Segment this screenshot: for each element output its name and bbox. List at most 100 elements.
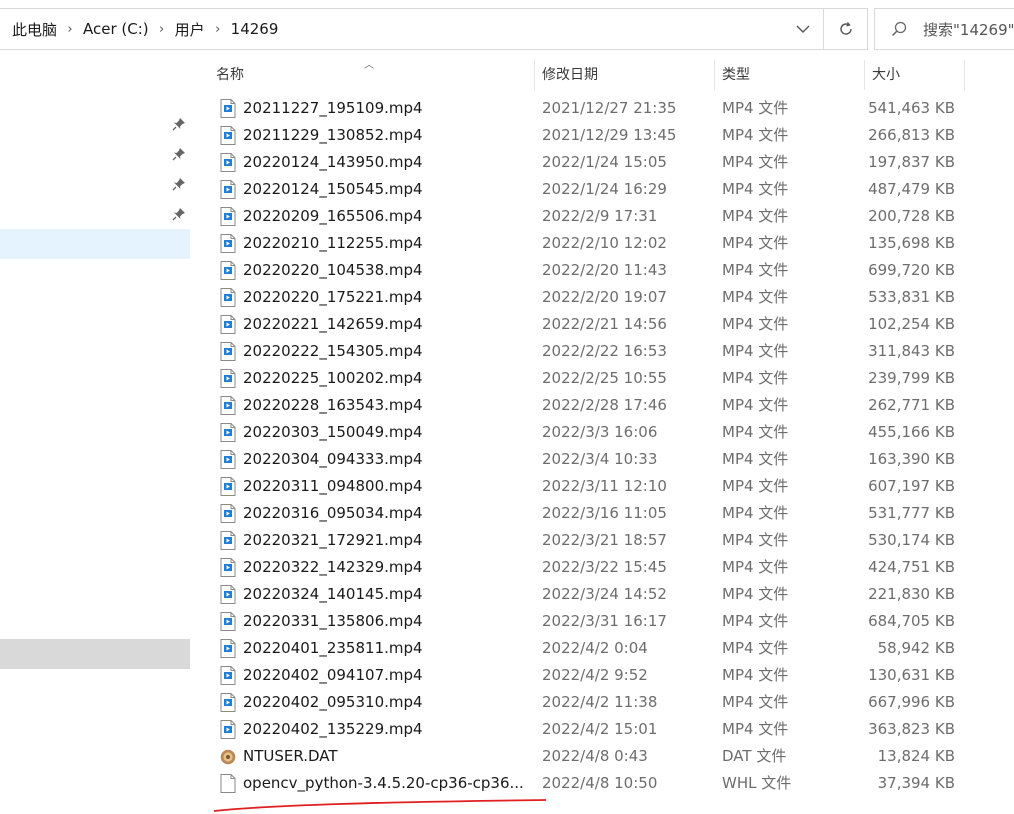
chevron-down-icon [796,25,810,33]
nav-item-hovered[interactable] [0,639,190,669]
file-row[interactable]: 20220331_135806.mp4 2022/3/31 16:17 MP4 文件… [192,608,1014,635]
file-name: 20220316_095034.mp4 [243,504,423,522]
file-size: 197,837 KB [868,153,955,171]
file-size: 455,166 KB [868,423,955,441]
pin-icon[interactable] [172,117,186,131]
file-row[interactable]: 20220124_143950.mp4 2022/1/24 15:05 MP4 文件… [192,149,1014,176]
file-size: 130,631 KB [868,666,955,684]
file-row[interactable]: 20220220_104538.mp4 2022/2/20 11:43 MP4 文件… [192,257,1014,284]
file-row[interactable]: 20220311_094800.mp4 2022/3/11 12:10 MP4 文件… [192,473,1014,500]
file-type: MP4 文件 [722,450,789,468]
file-row[interactable]: 20220401_235811.mp4 2022/4/2 0:04 MP4 文件 58… [192,635,1014,662]
file-modified-date: 2022/1/24 15:05 [542,153,667,171]
file-row[interactable]: 20220220_175221.mp4 2022/2/20 19:07 MP4 文件… [192,284,1014,311]
breadcrumb-chevron-icon[interactable]: › [209,22,227,37]
file-row[interactable]: NTUSER.DAT 2022/4/8 0:43 DAT 文件 13,824 KB [192,743,1014,770]
file-name: 20220222_154305.mp4 [243,342,423,360]
column-divider[interactable] [964,60,965,90]
file-type: WHL 文件 [722,774,792,792]
file-type: MP4 文件 [722,369,789,387]
file-size: 684,705 KB [868,612,955,630]
breadcrumb-item[interactable]: 用户 [171,19,209,40]
file-size: 607,197 KB [868,477,955,495]
file-modified-date: 2022/2/22 16:53 [542,342,667,360]
file-size: 200,728 KB [868,207,955,225]
file-type: MP4 文件 [722,693,789,711]
file-size: 37,394 KB [877,774,955,792]
breadcrumb-chevron-icon[interactable]: › [61,22,79,37]
file-row[interactable]: 20211229_130852.mp4 2021/12/29 13:45 MP4 文… [192,122,1014,149]
file-row[interactable]: 20220316_095034.mp4 2022/3/16 11:05 MP4 文件… [192,500,1014,527]
file-modified-date: 2022/3/16 11:05 [542,504,667,522]
file-name: 20220124_143950.mp4 [243,153,423,171]
file-row[interactable]: 20220402_095310.mp4 2022/4/2 11:38 MP4 文件 6… [192,689,1014,716]
file-type: MP4 文件 [722,666,789,684]
address-bar[interactable]: 此电脑 › Acer (C:) › 用户 › 14269 [0,8,868,50]
file-type: MP4 文件 [722,504,789,522]
file-name: NTUSER.DAT [243,747,338,765]
file-modified-date: 2022/3/4 10:33 [542,450,658,468]
file-row[interactable]: 20220304_094333.mp4 2022/3/4 10:33 MP4 文件 1… [192,446,1014,473]
file-modified-date: 2022/2/10 12:02 [542,234,667,252]
file-row[interactable]: 20220225_100202.mp4 2022/2/25 10:55 MP4 文件… [192,365,1014,392]
column-header-size[interactable]: 大小 [864,60,964,90]
search-icon [875,21,923,37]
file-name: 20220220_104538.mp4 [243,261,423,279]
column-header-name[interactable]: 名称 [208,60,534,90]
navigation-pane[interactable] [0,60,190,814]
nav-item-selected[interactable] [0,229,190,259]
file-modified-date: 2022/3/22 15:45 [542,558,667,576]
file-size: 239,799 KB [868,369,955,387]
file-row[interactable]: 20220124_150545.mp4 2022/1/24 16:29 MP4 文件… [192,176,1014,203]
file-size: 58,942 KB [877,639,955,657]
refresh-button[interactable] [823,9,867,49]
file-name: 20220209_165506.mp4 [243,207,423,225]
file-type: MP4 文件 [722,315,789,333]
breadcrumb-item[interactable]: Acer (C:) [79,20,153,38]
pin-icon[interactable] [172,207,186,221]
file-row[interactable]: 20220221_142659.mp4 2022/2/21 14:56 MP4 文件… [192,311,1014,338]
file-modified-date: 2022/2/25 10:55 [542,369,667,387]
file-type: MP4 文件 [722,639,789,657]
file-list[interactable]: ︿ 名称 修改日期 类型 大小 20211226_214552.mp42021/… [192,60,1014,814]
file-modified-date: 2022/1/24 16:29 [542,180,667,198]
file-row[interactable]: 20220303_150049.mp4 2022/3/3 16:06 MP4 文件 4… [192,419,1014,446]
column-header-type[interactable]: 类型 [714,60,864,90]
file-modified-date: 2022/2/20 19:07 [542,288,667,306]
file-row[interactable]: 20220222_154305.mp4 2022/2/22 16:53 MP4 文件… [192,338,1014,365]
pin-icon[interactable] [172,147,186,161]
file-size: 13,824 KB [877,747,955,765]
file-modified-date: 2022/2/9 17:31 [542,207,658,225]
file-row[interactable]: opencv_python-3.4.5.20-cp36-cp36... 2022/… [192,770,1014,797]
file-size: 102,254 KB [868,315,955,333]
file-row[interactable]: 20211227_195109.mp4 2021/12/27 21:35 MP4 文… [192,95,1014,122]
column-header-date[interactable]: 修改日期 [534,60,714,90]
file-row[interactable]: 20220209_165506.mp4 2022/2/9 17:31 MP4 文件 2… [192,203,1014,230]
file-row[interactable]: 20220321_172921.mp4 2022/3/21 18:57 MP4 文件… [192,527,1014,554]
file-modified-date: 2021/12/27 21:35 [542,99,677,117]
file-row[interactable]: 20220324_140145.mp4 2022/3/24 14:52 MP4 文件… [192,581,1014,608]
file-name: 20220210_112255.mp4 [243,234,423,252]
file-row[interactable]: 20220228_163543.mp4 2022/2/28 17:46 MP4 文件… [192,392,1014,419]
pin-icon[interactable] [172,177,186,191]
file-row[interactable]: 20220210_112255.mp4 2022/2/10 12:02 MP4 文件… [192,230,1014,257]
breadcrumb-chevron-icon[interactable]: › [153,22,171,37]
file-row[interactable]: 20220402_135229.mp4 2022/4/2 15:01 MP4 文件 3… [192,716,1014,743]
file-name: 20220225_100202.mp4 [243,369,423,387]
breadcrumb-item[interactable]: 此电脑 [8,19,61,40]
file-size: 487,479 KB [868,180,955,198]
file-modified-date: 2022/4/2 9:52 [542,666,648,684]
file-name: 20220322_142329.mp4 [243,558,423,576]
file-row[interactable]: 20220402_094107.mp4 2022/4/2 9:52 MP4 文件 13… [192,662,1014,689]
file-type: MP4 文件 [722,234,789,252]
file-name: 20220401_235811.mp4 [243,639,423,657]
file-row[interactable]: 20220322_142329.mp4 2022/3/22 15:45 MP4 文件… [192,554,1014,581]
file-size: 262,771 KB [868,396,955,414]
search-input[interactable]: 搜索"14269" [874,8,1014,50]
file-type: DAT 文件 [722,747,787,765]
file-type: MP4 文件 [722,396,789,414]
breadcrumb-item[interactable]: 14269 [227,20,283,38]
file-size: 221,830 KB [868,585,955,603]
address-history-dropdown[interactable] [782,9,823,49]
file-size: 311,843 KB [868,342,955,360]
